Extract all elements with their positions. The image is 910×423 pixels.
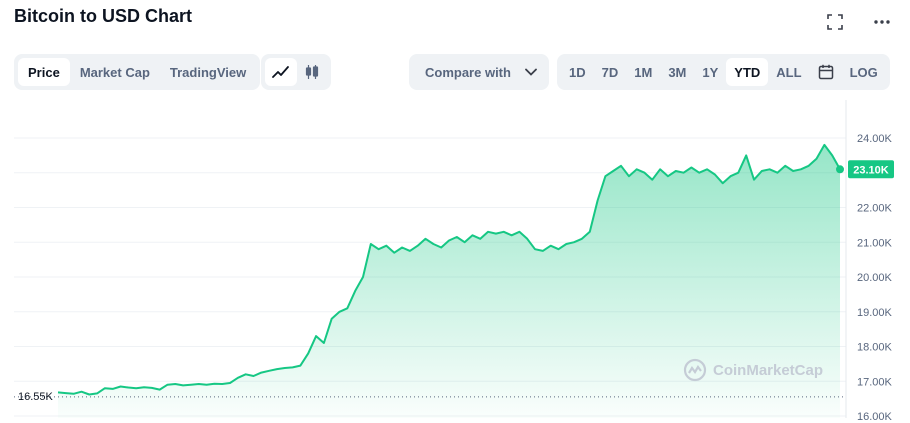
range-7d[interactable]: 7D [594,58,627,86]
log-scale-button[interactable]: LOG [842,58,886,86]
y-tick-label: 18.00K [857,342,893,354]
time-range-tabs: 1D 7D 1M 3M 1Y YTD ALL LOG [557,54,890,90]
candlestick-button[interactable] [297,58,327,86]
calendar-icon [818,64,833,80]
range-1m[interactable]: 1M [626,58,660,86]
current-price-dot [836,165,844,174]
y-tick-label: 21.00K [857,237,893,249]
fullscreen-icon[interactable] [825,12,845,32]
range-1y[interactable]: 1Y [694,58,726,86]
line-chart-button[interactable] [265,58,297,86]
calendar-button[interactable] [810,58,842,86]
tab-price[interactable]: Price [18,58,70,86]
compare-dropdown[interactable]: Compare with [409,54,549,90]
baseline-label: 16.55K [18,391,54,403]
range-ytd[interactable]: YTD [726,58,769,86]
tab-tradingview[interactable]: TradingView [160,58,256,86]
line-chart-icon [272,66,289,78]
y-tick-label: 17.00K [857,376,893,388]
y-tick-label: 20.00K [857,272,893,284]
y-tick-label: 16.00K [857,411,893,423]
chevron-down-icon [525,68,537,76]
y-tick-label: 22.00K [857,203,893,215]
watermark-text: CoinMarketCap [713,361,824,379]
compare-label: Compare with [425,64,511,80]
range-1d[interactable]: 1D [561,58,594,86]
range-all[interactable]: ALL [768,58,809,86]
more-icon[interactable] [872,12,892,32]
candlestick-icon [305,65,319,79]
tab-market-cap[interactable]: Market Cap [70,58,160,86]
coinmarketcap-logo-icon [683,358,707,382]
watermark: CoinMarketCap [683,358,823,382]
page-title: Bitcoin to USD Chart [14,6,192,26]
chart-style-toggle [261,54,331,90]
y-tick-label: 19.00K [857,307,893,319]
y-tick-label: 24.00K [857,133,893,145]
range-3m[interactable]: 3M [660,58,694,86]
chart-type-tabs: Price Market Cap TradingView [14,54,261,90]
current-price-label: 23.10K [853,164,889,176]
